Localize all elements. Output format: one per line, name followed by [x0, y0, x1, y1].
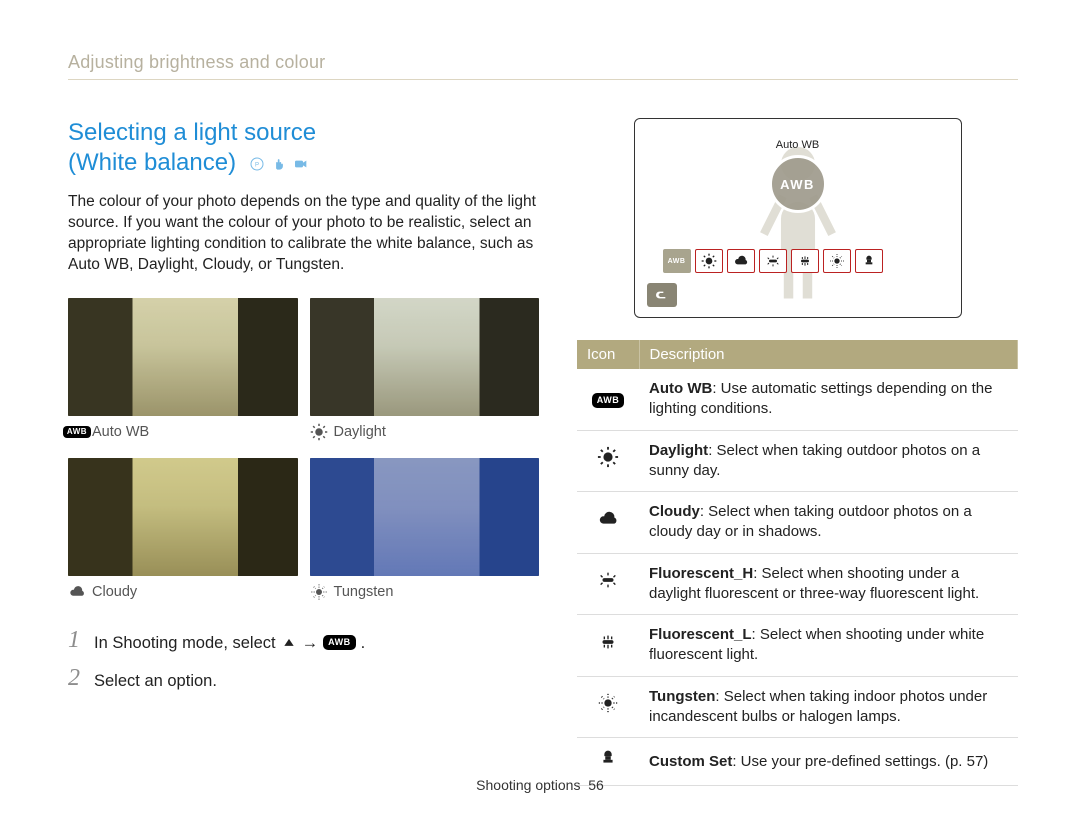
daylight-icon: [597, 447, 619, 467]
wb-chip-daylight[interactable]: [695, 249, 723, 273]
featured-wb-circle: AWB: [769, 155, 827, 213]
fluorescent-h-icon: [597, 570, 619, 590]
arrow: →: [302, 632, 319, 654]
row-bold: Fluorescent_H: [649, 565, 753, 582]
row-bold: Auto WB: [649, 380, 712, 397]
right-column: Auto WB AWB AWB: [577, 118, 1018, 786]
sample-label: Daylight: [334, 424, 386, 440]
featured-wb: Auto WB AWB: [769, 139, 827, 213]
section-heading: Selecting a light source (White balance): [68, 118, 539, 178]
tungsten-icon: [310, 585, 328, 599]
table-row: Fluorescent_L: Select when shooting unde…: [577, 615, 1018, 677]
awb-icon: AWB: [323, 635, 356, 650]
sample-label: Cloudy: [92, 584, 137, 600]
table-row: Cloudy: Select when taking outdoor photo…: [577, 492, 1018, 554]
cloudy-icon: [68, 585, 86, 599]
row-bold: Tungsten: [649, 688, 715, 705]
sample-grid: AWB Auto WB Daylight Cloudy Tungsten: [68, 298, 539, 600]
wb-chip-tungsten[interactable]: [823, 249, 851, 273]
row-bold: Custom Set: [649, 753, 732, 770]
sample-label: Tungsten: [334, 584, 394, 600]
mode-video-icon: [293, 156, 309, 172]
tungsten-icon: [597, 693, 619, 713]
row-bold: Fluorescent_L: [649, 626, 752, 643]
heading-line-2: (White balance): [68, 149, 236, 176]
back-icon: [654, 288, 670, 302]
table-row: Tungsten: Select when taking indoor phot…: [577, 676, 1018, 738]
step-number: 1: [68, 628, 80, 652]
sample-daylight: Daylight: [310, 298, 540, 440]
awb-icon: AWB: [68, 425, 86, 439]
footer-section: Shooting options: [476, 777, 580, 793]
page-footer: Shooting options 56: [0, 777, 1080, 793]
custom-icon: [597, 748, 619, 768]
step-1: 1 In Shooting mode, select → AWB.: [68, 628, 539, 654]
featured-wb-code: AWB: [780, 177, 815, 192]
awb-icon: AWB: [597, 390, 619, 410]
intro-paragraph: The colour of your photo depends on the …: [68, 192, 539, 276]
footer-page-number: 56: [588, 777, 604, 793]
step-text: Select an option.: [94, 670, 217, 692]
sample-photo: [68, 298, 298, 416]
row-bold: Cloudy: [649, 503, 700, 520]
wb-option-strip: AWB: [663, 249, 883, 273]
sample-auto-wb: AWB Auto WB: [68, 298, 298, 440]
featured-wb-label: Auto WB: [769, 139, 827, 151]
icon-description-table: Icon Description AWB Auto WB: Use automa…: [577, 340, 1018, 786]
wb-chip-fluor-h[interactable]: [759, 249, 787, 273]
mode-dual-is-icon: [271, 156, 287, 172]
row-bold: Daylight: [649, 442, 708, 459]
table-row: AWB Auto WB: Use automatic settings depe…: [577, 369, 1018, 430]
sample-cloudy: Cloudy: [68, 458, 298, 600]
up-triangle-icon: [281, 636, 297, 650]
heading-line-1: Selecting a light source: [68, 119, 316, 146]
sample-photo: [310, 458, 540, 576]
step-2: 2 Select an option.: [68, 666, 539, 692]
th-icon: Icon: [577, 340, 639, 369]
cloudy-icon: [597, 509, 619, 529]
wb-chip-fluor-l[interactable]: [791, 249, 819, 273]
step-text: In Shooting mode, select: [94, 632, 276, 654]
sample-photo: [68, 458, 298, 576]
left-column: Selecting a light source (White balance)…: [68, 118, 539, 786]
wb-chip-awb[interactable]: AWB: [663, 249, 691, 273]
camera-display: Auto WB AWB AWB: [634, 118, 962, 318]
table-row: Daylight: Select when taking outdoor pho…: [577, 430, 1018, 492]
wb-chip-custom[interactable]: [855, 249, 883, 273]
period: .: [361, 632, 366, 654]
sample-tungsten: Tungsten: [310, 458, 540, 600]
mode-icons: [249, 156, 309, 172]
sample-photo: [310, 298, 540, 416]
row-desc: : Use your pre-defined settings. (p. 57): [732, 753, 988, 770]
back-button[interactable]: [647, 283, 677, 307]
wb-chip-cloudy[interactable]: [727, 249, 755, 273]
table-row: Fluorescent_H: Select when shooting unde…: [577, 553, 1018, 615]
step-number: 2: [68, 666, 80, 690]
sample-label: Auto WB: [92, 424, 149, 440]
steps-list: 1 In Shooting mode, select → AWB. 2 Sele…: [68, 628, 539, 693]
daylight-icon: [310, 425, 328, 439]
th-description: Description: [639, 340, 1018, 369]
mode-program-icon: [249, 156, 265, 172]
breadcrumb: Adjusting brightness and colour: [68, 52, 1018, 80]
fluorescent-l-icon: [597, 632, 619, 652]
